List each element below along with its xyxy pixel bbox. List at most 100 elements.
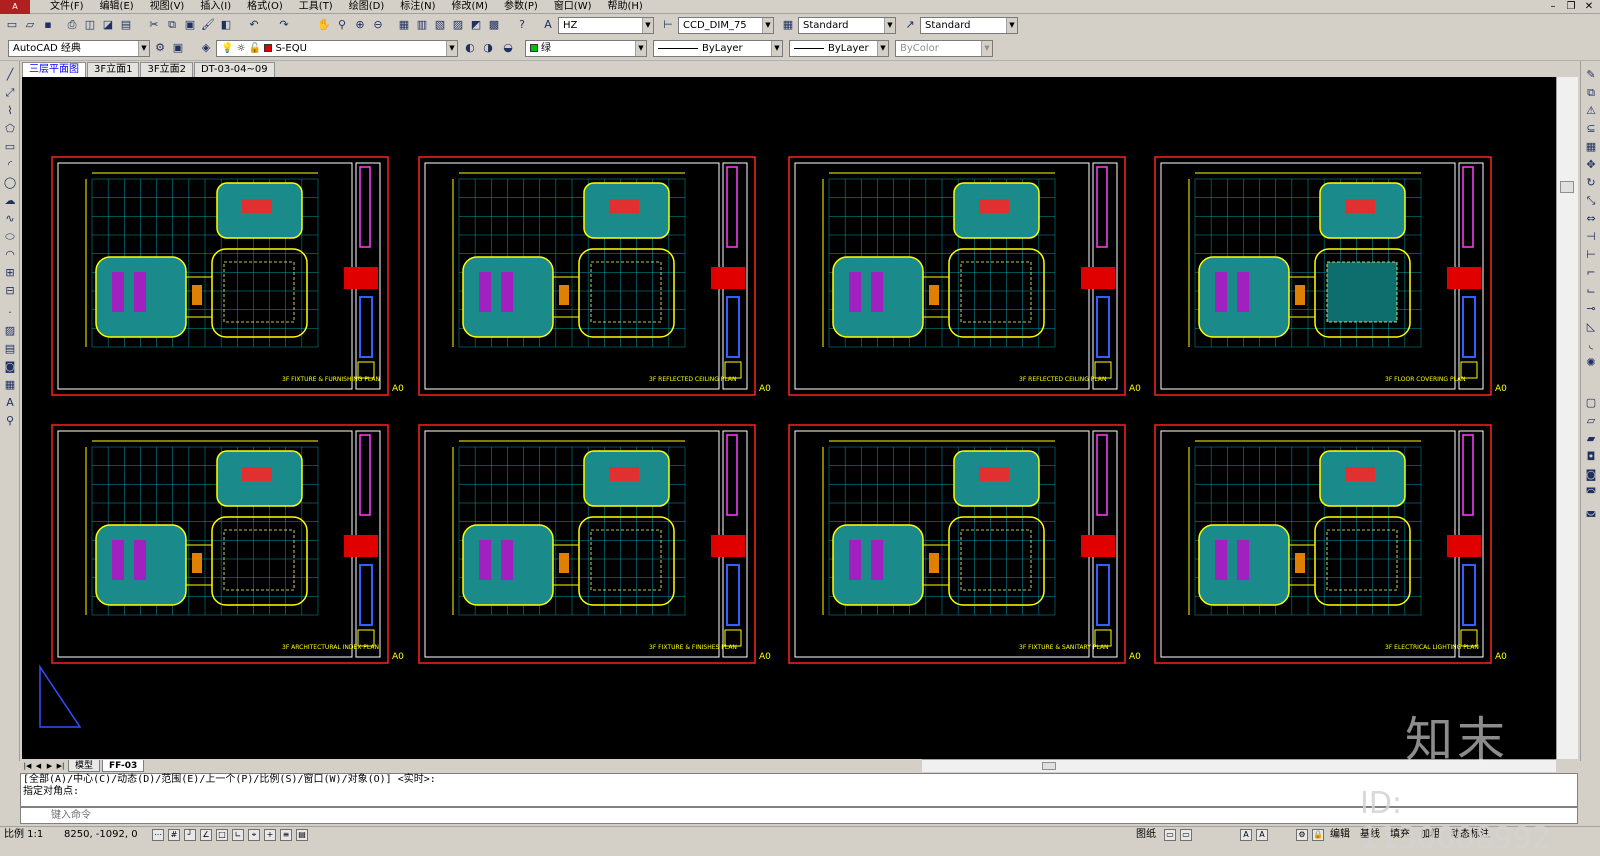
- lineweight-toggle-icon[interactable]: ≡: [280, 829, 292, 841]
- status-paper[interactable]: 图纸: [1136, 827, 1156, 843]
- construction-line-icon[interactable]: ⤢: [2, 85, 18, 101]
- new-file-icon[interactable]: ▭: [4, 17, 20, 33]
- ellipse-arc-icon[interactable]: ◠: [2, 247, 18, 263]
- layer-previous-icon[interactable]: ◑: [480, 40, 496, 56]
- minimize-icon[interactable]: –: [1546, 0, 1560, 13]
- quick-view-drawings-icon[interactable]: ▭: [1180, 829, 1192, 841]
- markup-icon[interactable]: ◩: [468, 17, 484, 33]
- tab-layout-ff03[interactable]: FF-03: [102, 759, 145, 772]
- menu-draw[interactable]: 绘图(D): [341, 0, 393, 14]
- snap-endpoint-icon[interactable]: ▢: [1583, 395, 1599, 411]
- lineweight-select[interactable]: ByLayer ▼: [789, 40, 889, 57]
- vertical-scrollbar[interactable]: [1556, 77, 1578, 759]
- dynamic-ucs-icon[interactable]: ⌖: [248, 829, 260, 841]
- mirror-icon[interactable]: ⚠: [1583, 103, 1599, 119]
- status-edit[interactable]: 编辑: [1330, 827, 1350, 843]
- object-snap-tracking-icon[interactable]: ∟: [232, 829, 244, 841]
- dim-style-select[interactable]: CCD_DIM_75 ▼: [678, 17, 774, 34]
- save-icon[interactable]: ▪: [40, 17, 56, 33]
- ortho-mode-icon[interactable]: ┘: [184, 829, 196, 841]
- insert-block-icon[interactable]: ⊞: [2, 265, 18, 281]
- help-icon[interactable]: ?: [514, 17, 530, 33]
- command-input[interactable]: 键入命令: [20, 807, 1578, 824]
- print-preview-icon[interactable]: ◫: [82, 17, 98, 33]
- sheet-set-icon[interactable]: ▨: [450, 17, 466, 33]
- snap-mode-icon[interactable]: ⋯: [152, 829, 164, 841]
- grid-mode-icon[interactable]: #: [168, 829, 180, 841]
- zoom-realtime-icon[interactable]: ⚲: [334, 17, 350, 33]
- trim-icon[interactable]: ⊣: [1583, 229, 1599, 245]
- close-icon[interactable]: ✕: [1582, 0, 1596, 13]
- polar-tracking-icon[interactable]: ∠: [200, 829, 212, 841]
- snap-midpoint-icon[interactable]: ▱: [1583, 413, 1599, 429]
- multileader-style-select[interactable]: Standard ▼: [920, 17, 1018, 34]
- extend-icon[interactable]: ⊢: [1583, 247, 1599, 263]
- rotate-icon[interactable]: ↻: [1583, 175, 1599, 191]
- menu-format[interactable]: 格式(O): [239, 0, 291, 14]
- snap-quadrant-icon[interactable]: ◙: [1583, 467, 1599, 483]
- break-at-point-icon[interactable]: ⌐: [1583, 265, 1599, 281]
- print-icon[interactable]: ⎙: [64, 17, 80, 33]
- open-file-icon[interactable]: ▱: [22, 17, 38, 33]
- polyline-icon[interactable]: ⌇: [2, 103, 18, 119]
- stretch-icon[interactable]: ⇔: [1583, 211, 1599, 227]
- array-icon[interactable]: ▦: [1583, 139, 1599, 155]
- zoom-previous-icon[interactable]: ⊖: [370, 17, 386, 33]
- pan-icon[interactable]: ✋: [316, 17, 332, 33]
- workspace-settings-icon[interactable]: ⚙: [152, 40, 168, 56]
- layer-manager-icon[interactable]: ◈: [198, 40, 214, 56]
- text-style-icon[interactable]: A: [540, 17, 556, 33]
- ellipse-icon[interactable]: ⬭: [2, 229, 18, 245]
- quick-view-layouts-icon[interactable]: ▭: [1164, 829, 1176, 841]
- join-icon[interactable]: ⊸: [1583, 301, 1599, 317]
- annotation-visibility-icon[interactable]: A: [1240, 829, 1252, 841]
- revision-cloud-icon[interactable]: ☁: [2, 193, 18, 209]
- command-window-handle[interactable]: [0, 773, 20, 824]
- snap-perpendicular-icon[interactable]: ◛: [1583, 503, 1599, 519]
- snap-intersection-icon[interactable]: ▰: [1583, 431, 1599, 447]
- multileader-style-icon[interactable]: ↗: [902, 17, 918, 33]
- plot-icon[interactable]: ▤: [118, 17, 134, 33]
- drawing-canvas[interactable]: 3F FIXTURE & FURNISHING PLAN A0 3F REFLECT…: [22, 77, 1556, 759]
- make-block-icon[interactable]: ⊟: [2, 283, 18, 299]
- explode-icon[interactable]: ✺: [1583, 355, 1599, 371]
- copy-object-icon[interactable]: ⧉: [1583, 85, 1599, 101]
- zoom-window-icon[interactable]: ⊕: [352, 17, 368, 33]
- quickcalc-icon[interactable]: ▩: [486, 17, 502, 33]
- prev-tab-icon[interactable]: ◀: [33, 762, 44, 770]
- tab-floor-plan[interactable]: 三层平面图: [22, 62, 86, 77]
- snap-center-icon[interactable]: ◘: [1583, 449, 1599, 465]
- layer-select[interactable]: 💡 ☼ 🔓 S-EQU ▼: [216, 40, 458, 57]
- menu-help[interactable]: 帮助(H): [600, 0, 651, 14]
- auto-scale-icon[interactable]: A: [1256, 829, 1268, 841]
- design-center-icon[interactable]: ▥: [414, 17, 430, 33]
- coordinates-readout[interactable]: 8250, -1092, 0: [64, 827, 138, 843]
- break-icon[interactable]: ⌙: [1583, 283, 1599, 299]
- tool-palettes-icon[interactable]: ▧: [432, 17, 448, 33]
- paste-icon[interactable]: ▣: [182, 17, 198, 33]
- scale-icon[interactable]: ⤡: [1583, 193, 1599, 209]
- last-tab-icon[interactable]: ▶|: [55, 762, 66, 770]
- add-selected-icon[interactable]: ⚲: [2, 413, 18, 429]
- menu-view[interactable]: 视图(V): [142, 0, 193, 14]
- circle-icon[interactable]: ◯: [2, 175, 18, 191]
- dim-style-icon[interactable]: ⊢: [660, 17, 676, 33]
- customize-icon[interactable]: ▣: [170, 40, 186, 56]
- tab-elevation-2[interactable]: 3F立面2: [140, 62, 193, 77]
- make-current-layer-icon[interactable]: ◐: [462, 40, 478, 56]
- hatch-icon[interactable]: ▨: [2, 323, 18, 339]
- redo-icon[interactable]: ↷: [276, 17, 292, 33]
- menu-edit[interactable]: 编辑(E): [92, 0, 142, 14]
- gradient-icon[interactable]: ▤: [2, 341, 18, 357]
- menu-dimension[interactable]: 标注(N): [392, 0, 443, 14]
- annotation-scale[interactable]: 比例 1:1: [4, 827, 43, 843]
- publish-icon[interactable]: ◪: [100, 17, 116, 33]
- block-editor-icon[interactable]: ◧: [218, 17, 234, 33]
- line-icon[interactable]: ╱: [2, 67, 18, 83]
- table-style-select[interactable]: Standard ▼: [798, 17, 896, 34]
- menu-window[interactable]: 窗口(W): [546, 0, 600, 14]
- text-style-select[interactable]: HZ ▼: [558, 17, 654, 34]
- region-icon[interactable]: ◙: [2, 359, 18, 375]
- menu-parametric[interactable]: 参数(P): [496, 0, 546, 14]
- cut-icon[interactable]: ✂: [146, 17, 162, 33]
